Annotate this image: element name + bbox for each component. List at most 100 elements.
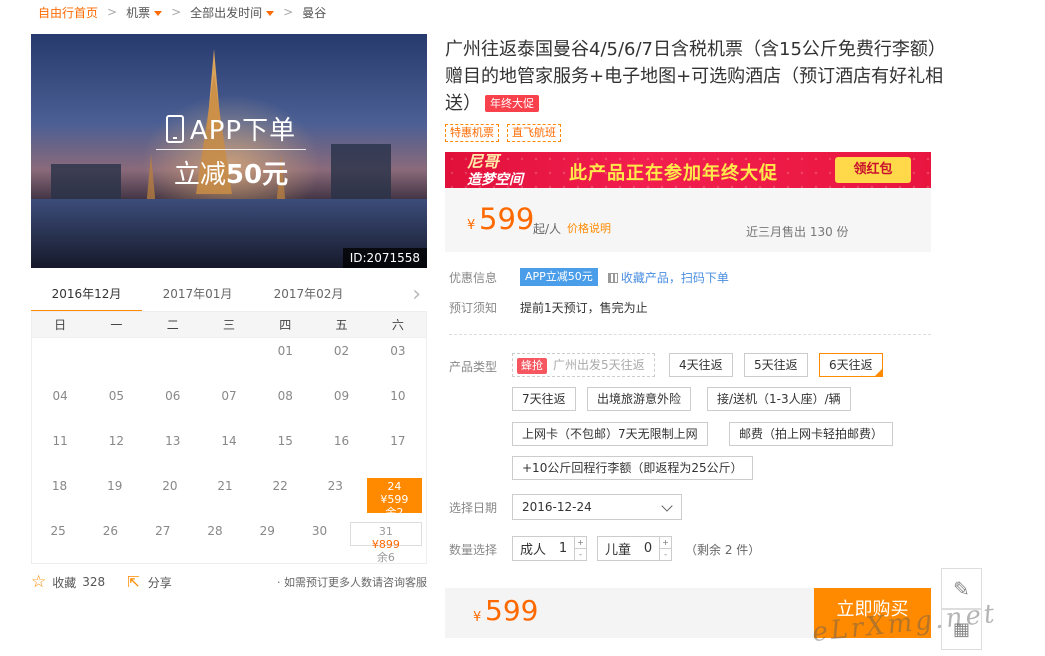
calendar-day: 17 [390,434,406,448]
option-sim-card[interactable]: 上网卡（不包邮）7天无限制上网 [512,422,708,446]
calendar-day-available[interactable]: 31 ¥899 余6 [349,522,422,564]
increment-icon[interactable]: + [660,537,672,549]
tab-month-2017-01[interactable]: 2017年01月 [142,280,253,312]
calendar-week-row: 11 12 13 14 15 16 17 [32,428,426,473]
booking-notice: 预订须知 提前1天预订，售完为止 [449,299,648,316]
option-travel-insurance[interactable]: 出境旅游意外险 [587,387,692,411]
notice-label: 预订须知 [449,301,498,315]
calendar-day: 13 [165,434,181,448]
option-postage[interactable]: 邮费（拍上网卡轻拍邮费） [729,422,894,446]
product-title: 广州往返泰国曼谷4/5/6/7日含税机票（含15公斤免费行李额）赠目的地管家服务… [445,39,944,114]
consult-hint[interactable]: · 如需预订更多人数请咨询客服 [277,574,427,590]
quantity-label: 数量选择 [449,543,498,557]
chevron-right-icon: > [171,5,182,19]
chevron-right-icon: > [107,5,118,19]
calendar-month-tabs: 2016年12月 2017年01月 2017年02月 › [31,280,427,312]
option-extra-baggage[interactable]: +10公斤回程行李额（即返程为25公斤） [512,456,753,480]
calendar-day: 26 [102,524,119,538]
child-quantity-stepper[interactable]: 儿童 0 + - [597,536,673,561]
option-7-day[interactable]: 7天往返 [512,387,576,411]
hot-badge: 蜂抢 [517,358,547,374]
favorite-button[interactable]: 收藏 [52,574,76,591]
calendar-day: 05 [108,389,125,403]
sold-count: 近三月售出 130 份 [746,225,849,239]
calendar-day: 16 [333,434,350,448]
calendar-day [145,338,201,383]
calendar-day: 15 [277,434,293,448]
favorite-share-bar: ☆ 收藏 328 ⇱ 分享 · 如需预订更多人数请咨询客服 [31,572,427,592]
calendar-day: 11 [52,434,68,448]
calendar-week-row: 04 05 06 07 08 09 10 [32,383,426,428]
app-promo-overlay: APP下单 立减50元 [156,112,306,202]
calendar-day: 23 [327,479,343,493]
calendar-day: 28 [207,524,223,538]
share-button[interactable]: 分享 [148,574,172,591]
calendar-day: 09 [333,389,350,403]
caret-down-icon [266,10,275,16]
adult-quantity-stepper[interactable]: 成人 1 + - [512,536,588,561]
product-hero-image: APP下单 立减50元 ID:2071558 [31,34,427,268]
breadcrumb: 自由行首页 > 机票 > 全部出发时间 > 曼谷 [38,4,326,20]
banner-text: 此产品正在参加年终大促 [569,163,778,184]
calendar-week-row: 18 19 20 21 22 23 24 ¥599 余2 [32,473,426,519]
phone-icon [165,114,184,143]
price-unit: 起/人 [533,222,562,236]
promo-badge: 年终大促 [485,95,539,112]
total-price: 599 [485,594,539,627]
option-5-day[interactable]: 5天往返 [744,353,808,377]
tab-month-2016-12[interactable]: 2016年12月 [31,280,142,312]
date-select[interactable]: 2016-12-24 [512,494,682,520]
banner-logo-sub: 造梦空间 [467,172,523,188]
promo-banner[interactable]: 尼哥 造梦空间 此产品正在参加年终大促 领红包 [445,152,931,188]
option-disabled: 蜂抢 广州出发5天往返 [512,353,655,377]
section-divider [449,334,931,335]
currency-symbol: ¥ [467,218,476,233]
share-icon[interactable]: ⇱ [127,573,140,591]
calendar-day: 29 [259,524,275,538]
tab-month-2017-02[interactable]: 2017年02月 [253,280,364,312]
calendar-day: 10 [390,389,406,403]
decrement-icon[interactable]: - [660,549,671,560]
breadcrumb-destination: 曼谷 [302,5,327,20]
calendar-day: 06 [165,389,181,403]
calendar-week-row: 01 02 03 [32,338,426,383]
calendar-day: 14 [221,434,237,448]
increment-icon[interactable]: + [575,537,587,549]
calendar-day: 07 [221,389,237,403]
decrement-icon[interactable]: - [575,549,586,560]
price-explanation-link[interactable]: 价格说明 [567,220,611,236]
calendar-day: 22 [272,479,288,493]
calendar-day: 18 [51,479,68,493]
date-label: 选择日期 [449,501,498,515]
favorite-count: 328 [82,575,106,589]
currency-symbol: ¥ [473,610,482,625]
calendar-day: 08 [277,389,293,403]
breadcrumb-departure-dropdown[interactable]: 全部出发时间 [190,4,275,21]
discount-info: 优惠信息 APP立减50元 收藏产品，扫码下单 [449,268,729,286]
product-tags: 特惠机票 直飞航班 [445,124,561,142]
notice-value: 提前1天预订，售完为止 [520,301,648,315]
departure-calendar: 日 一 二 三 四 五 六 01 02 03 04 05 06 07 08 09… [31,311,427,564]
breadcrumb-flight-dropdown[interactable]: 机票 [126,4,163,21]
price-box: ¥ 599 起/人 价格说明 近三月售出 130 份 [445,188,931,252]
tag-direct-flight: 直飞航班 [507,124,561,142]
qr-code-icon [607,272,618,283]
get-coupon-button[interactable]: 领红包 [835,157,911,183]
calendar-day [32,338,88,383]
calendar-week-row: 25 26 27 28 29 30 31 ¥899 余6 [32,518,426,564]
star-icon[interactable]: ☆ [31,572,46,592]
breadcrumb-home-link[interactable]: 自由行首页 [38,4,98,21]
tag-special-fare: 特惠机票 [445,124,499,142]
calendar-day: 03 [390,344,406,358]
option-4-day[interactable]: 4天往返 [669,353,733,377]
next-month-chevron-icon[interactable]: › [412,284,421,306]
price-amount: 599 [479,202,535,236]
calendar-day: 27 [155,524,171,538]
chevron-right-icon: > [283,5,294,19]
remaining-stock: （剩余 2 件） [685,543,761,557]
calendar-day-selected[interactable]: 24 ¥599 余2 [366,478,422,519]
option-airport-transfer[interactable]: 接/送机（1-3人座）/辆 [707,387,851,411]
qr-favorite-link[interactable]: 收藏产品，扫码下单 [607,269,729,286]
calendar-day: 02 [333,344,350,358]
option-6-day-selected[interactable]: 6天往返 [819,353,883,377]
